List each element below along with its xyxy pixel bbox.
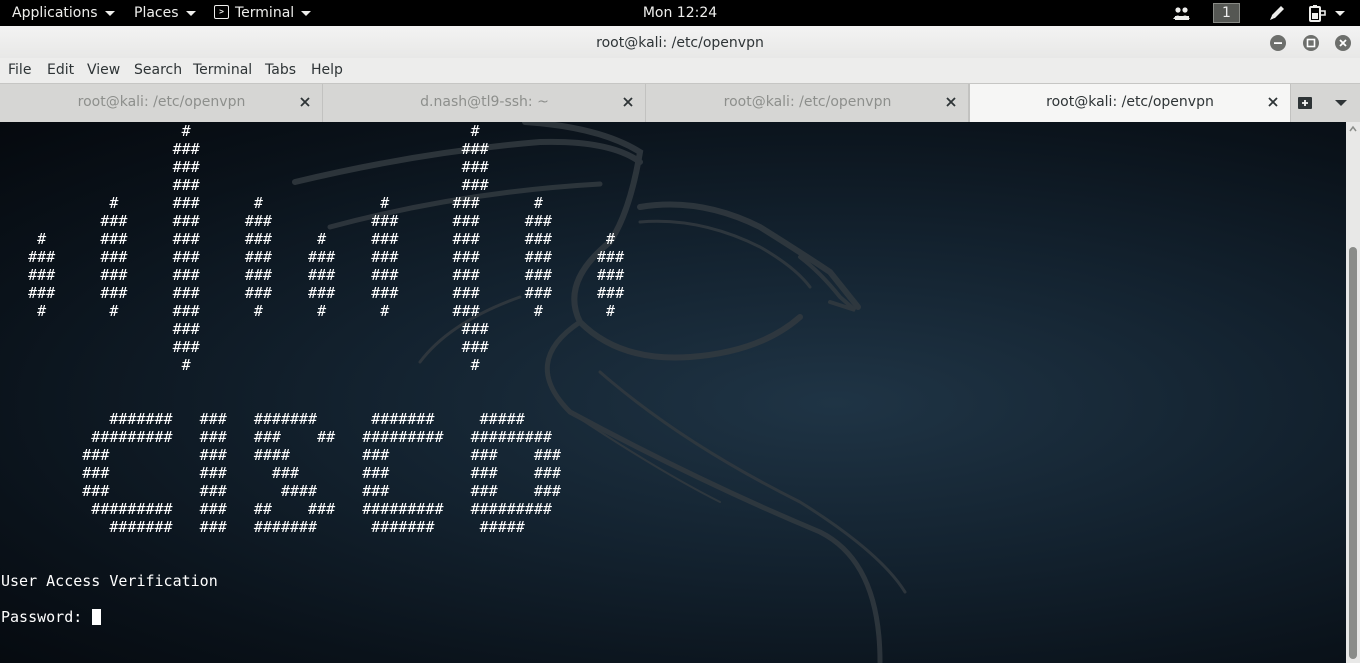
minimize-button[interactable]	[1270, 35, 1286, 51]
tab-1[interactable]: root@kali: /etc/openvpn	[0, 84, 323, 122]
applications-menu[interactable]: Applications	[12, 0, 115, 26]
scroll-up-arrow-icon[interactable]	[1349, 124, 1357, 134]
menu-file[interactable]: File	[8, 58, 31, 83]
gnome-top-bar: Applications Places > Terminal Mon 12:24 …	[0, 0, 1360, 26]
maximize-icon	[1306, 38, 1316, 48]
menubar: File Edit View Search Terminal Tabs Help	[0, 58, 1360, 83]
chevron-down-icon	[104, 10, 115, 16]
places-label: Places	[134, 5, 179, 21]
terminal-scrollbar[interactable]	[1346, 122, 1360, 663]
applications-label: Applications	[12, 5, 98, 21]
terminal-output[interactable]: # # ### ### ### ### ### ### # ### # # ##…	[1, 122, 624, 626]
close-tab-icon[interactable]	[622, 96, 634, 108]
pen-icon[interactable]	[1268, 4, 1286, 22]
tab-2[interactable]: d.nash@tl9-ssh: ~	[323, 84, 646, 122]
maximize-button[interactable]	[1303, 35, 1319, 51]
cisco-ascii-banner: # # ### ### ### ### ### ### # ### # # ##…	[1, 122, 625, 590]
close-tab-icon[interactable]	[945, 96, 957, 108]
tab-list-chevron-icon[interactable]	[1334, 97, 1348, 109]
clock-container: Mon 12:24	[0, 0, 1360, 26]
menu-tabs[interactable]: Tabs	[265, 58, 296, 83]
app-menu-label: Terminal	[235, 5, 295, 21]
tab-3[interactable]: root@kali: /etc/openvpn	[646, 84, 969, 122]
tab-4-active[interactable]: root@kali: /etc/openvpn	[969, 84, 1291, 123]
password-prompt: Password:	[1, 608, 92, 626]
battery-icon	[1309, 5, 1345, 22]
workspace-indicator[interactable]: 1	[1213, 3, 1240, 23]
terminal-icon: >	[214, 5, 229, 19]
close-window-button[interactable]	[1335, 35, 1351, 51]
app-menu[interactable]: > Terminal	[214, 0, 312, 26]
scrollbar-thumb[interactable]	[1349, 247, 1357, 659]
chevron-down-icon	[185, 10, 196, 16]
clock[interactable]: Mon 12:24	[643, 5, 717, 21]
text-cursor	[92, 609, 102, 625]
people-icon[interactable]	[1172, 5, 1192, 21]
places-menu[interactable]: Places	[134, 0, 196, 26]
tab-label: root@kali: /etc/openvpn	[77, 94, 246, 110]
tab-label: root@kali: /etc/openvpn	[723, 94, 892, 110]
close-icon	[1339, 39, 1347, 47]
tab-label: root@kali: /etc/openvpn	[1046, 94, 1214, 110]
menu-view[interactable]: View	[87, 58, 120, 83]
menu-search[interactable]: Search	[134, 58, 182, 83]
tab-bar: root@kali: /etc/openvpn d.nash@tl9-ssh: …	[0, 83, 1360, 123]
menu-terminal[interactable]: Terminal	[193, 58, 252, 83]
window-titlebar[interactable]: root@kali: /etc/openvpn	[0, 26, 1360, 58]
terminal-view[interactable]: # # ### ### ### ### ### ### # ### # # ##…	[0, 122, 1346, 663]
window-title: root@kali: /etc/openvpn	[596, 35, 764, 51]
new-tab-icon[interactable]	[1297, 95, 1317, 111]
close-tab-icon[interactable]	[1267, 96, 1279, 108]
menu-help[interactable]: Help	[311, 58, 343, 83]
tab-label: d.nash@tl9-ssh: ~	[420, 94, 549, 110]
minimize-icon	[1274, 42, 1282, 44]
system-menu[interactable]	[1306, 4, 1348, 22]
chevron-down-icon	[301, 10, 312, 16]
menu-edit[interactable]: Edit	[47, 58, 74, 83]
close-tab-icon[interactable]	[299, 96, 311, 108]
